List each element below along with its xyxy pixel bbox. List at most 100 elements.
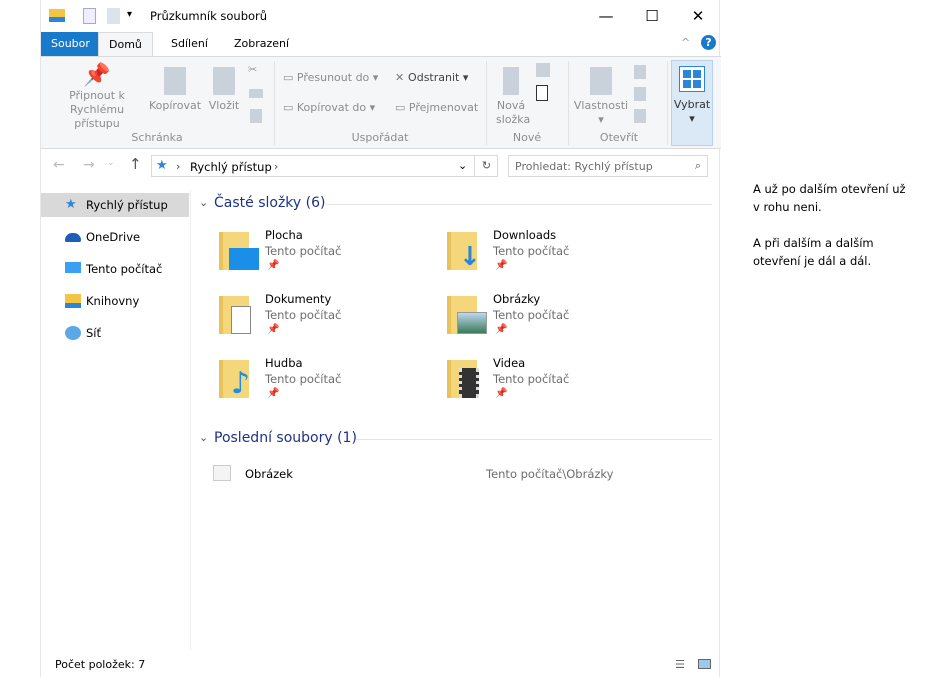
image-file-icon [213,465,231,481]
customize-quick-access-icon[interactable]: ▾ [127,9,132,20]
pin-icon: 📌 [495,260,508,271]
group-label-clipboard: Schránka [131,131,183,144]
folder-icon [49,9,65,22]
pin-icon: 📌 [83,63,111,88]
rename-button[interactable]: ▭ Přejmenovat [395,101,478,115]
star-icon: ★ [65,197,77,212]
folder-item-desktop[interactable]: Plocha Tento počítač 📌 [219,228,449,288]
address-dropdown-icon[interactable]: ⌄ [458,159,467,172]
network-icon [65,326,81,340]
desktop-icon [229,248,259,270]
folder-item-pictures[interactable]: Obrázky Tento počítač 📌 [447,292,677,352]
paste-shortcut-icon[interactable] [250,109,262,123]
group-label-open: Otevřít [599,131,639,144]
new-folder-quick-icon[interactable] [107,8,120,24]
tab-domu[interactable]: Domů [98,32,153,57]
delete-button[interactable]: ✕ Odstranit ▾ [395,71,468,85]
annotation-text-2: A při dalším a dalším otevření je dál a … [753,236,874,268]
picture-icon [457,312,487,334]
new-item-icon[interactable] [536,63,550,77]
item-count: Počet položek: 7 [55,658,146,671]
download-arrow-icon: ↓ [459,242,481,272]
minimize-button[interactable]: — [583,0,629,32]
copy-path-icon[interactable] [249,89,263,98]
pin-icon: 📌 [267,260,280,271]
nav-item-network[interactable]: Síť [41,321,189,345]
folder-item-music[interactable]: ♪ Hudba Tento počítač 📌 [219,356,449,416]
pin-quick-access-button[interactable]: 📌 Připnout k Rychlému přístupu [47,63,147,131]
nav-item-onedrive[interactable]: OneDrive [41,225,189,249]
search-input[interactable]: Prohledat: Rychlý přístup ⌕ [508,155,708,177]
document-icon [231,306,251,334]
collapse-recent-icon[interactable]: ⌄ [199,431,208,444]
new-folder-button[interactable]: Nová složka [491,67,531,127]
pin-icon: 📌 [495,324,508,335]
quick-access-star-icon: ★ [156,158,168,173]
folder-item-videos[interactable]: Videa Tento počítač 📌 [447,356,677,416]
pin-icon: 📌 [267,388,280,399]
nav-item-libraries[interactable]: Knihovny [41,289,189,313]
group-label-new: Nové [512,131,542,144]
tab-zobrazeni[interactable]: Zobrazení [224,32,299,56]
select-grid-icon [679,66,705,92]
refresh-icon[interactable]: ↻ [474,156,498,176]
title-bar: ▾ Průzkumník souborů — ☐ ✕ [41,0,719,32]
nav-item-quick-access[interactable]: ★ Rychlý přístup [41,193,189,217]
recent-locations-button[interactable]: ⌄ [107,158,115,168]
edit-icon[interactable] [634,87,646,101]
rename-icon: ▭ [395,101,409,114]
pin-icon: 📌 [495,388,508,399]
delete-icon: ✕ [395,71,409,84]
copy-icon [164,67,186,95]
address-path[interactable]: Rychlý přístup [190,160,272,174]
properties-button[interactable]: Vlastnosti ▾ [573,67,629,127]
computer-icon [65,262,81,273]
ribbon-tabs: Soubor Domů Sdílení Zobrazení ^ ? [41,32,721,57]
move-icon: ▭ [283,71,297,84]
large-icons-view-icon[interactable] [698,659,711,669]
navigation-pane: ★ Rychlý přístup OneDrive Tento počítač K… [41,190,191,650]
recent-file-row[interactable]: Obrázek Tento počítač\Obrázky [211,462,711,486]
maximize-button[interactable]: ☐ [629,0,675,32]
properties-quick-icon[interactable] [83,8,96,24]
collapse-frequent-icon[interactable]: ⌄ [199,196,208,209]
details-view-icon[interactable]: ☰ [675,658,685,671]
new-folder-icon [503,67,519,95]
nav-item-this-pc[interactable]: Tento počítač [41,257,189,281]
easy-access-icon[interactable] [536,85,548,101]
pin-icon: 📌 [267,324,280,335]
cloud-icon [65,233,81,242]
select-button[interactable]: Vybrat ▾ [671,60,713,146]
properties-icon [590,67,612,95]
tab-sdileni[interactable]: Sdílení [161,32,218,56]
ribbon: 📌 Připnout k Rychlému přístupu Kopírovat … [41,56,721,149]
folder-item-downloads[interactable]: ↓ Downloads Tento počítač 📌 [447,228,677,288]
explorer-window: ▾ Průzkumník souborů — ☐ ✕ Soubor Domů S… [40,0,721,677]
folder-item-documents[interactable]: Dokumenty Tento počítač 📌 [219,292,449,352]
cut-icon[interactable]: ✂ [248,63,257,76]
help-icon[interactable]: ? [701,35,716,50]
library-icon [65,294,81,308]
collapse-ribbon-icon[interactable]: ^ [681,36,690,49]
copy-to-icon: ▭ [283,101,297,114]
copy-to-button[interactable]: ▭ Kopírovat do ▾ [283,101,375,115]
close-button[interactable]: ✕ [675,0,721,32]
paste-button[interactable]: Vložit [206,67,242,113]
recent-files-header[interactable]: Poslední soubory (1) [214,430,357,446]
copy-button[interactable]: Kopírovat [149,67,201,113]
forward-button[interactable]: → [83,157,95,173]
history-icon[interactable] [634,109,646,123]
music-note-icon: ♪ [231,366,251,401]
open-icon[interactable] [634,65,646,79]
clipboard-icon [213,67,235,95]
search-icon: ⌕ [694,159,701,172]
address-bar[interactable]: ★ › Rychlý přístup › ⌄ ↻ [151,155,498,177]
frequent-folders-header[interactable]: Časté složky (6) [214,195,325,211]
tab-soubor[interactable]: Soubor [41,32,98,56]
up-button[interactable]: ↑ [129,155,142,173]
move-to-button[interactable]: ▭ Přesunout do ▾ [283,71,378,85]
group-label-organize: Uspořádat [351,131,409,144]
annotation-text-1: A už po dalším otevření už v rohu neni. [753,182,906,214]
window-title: Průzkumník souborů [150,9,268,23]
back-button[interactable]: ← [53,157,65,173]
